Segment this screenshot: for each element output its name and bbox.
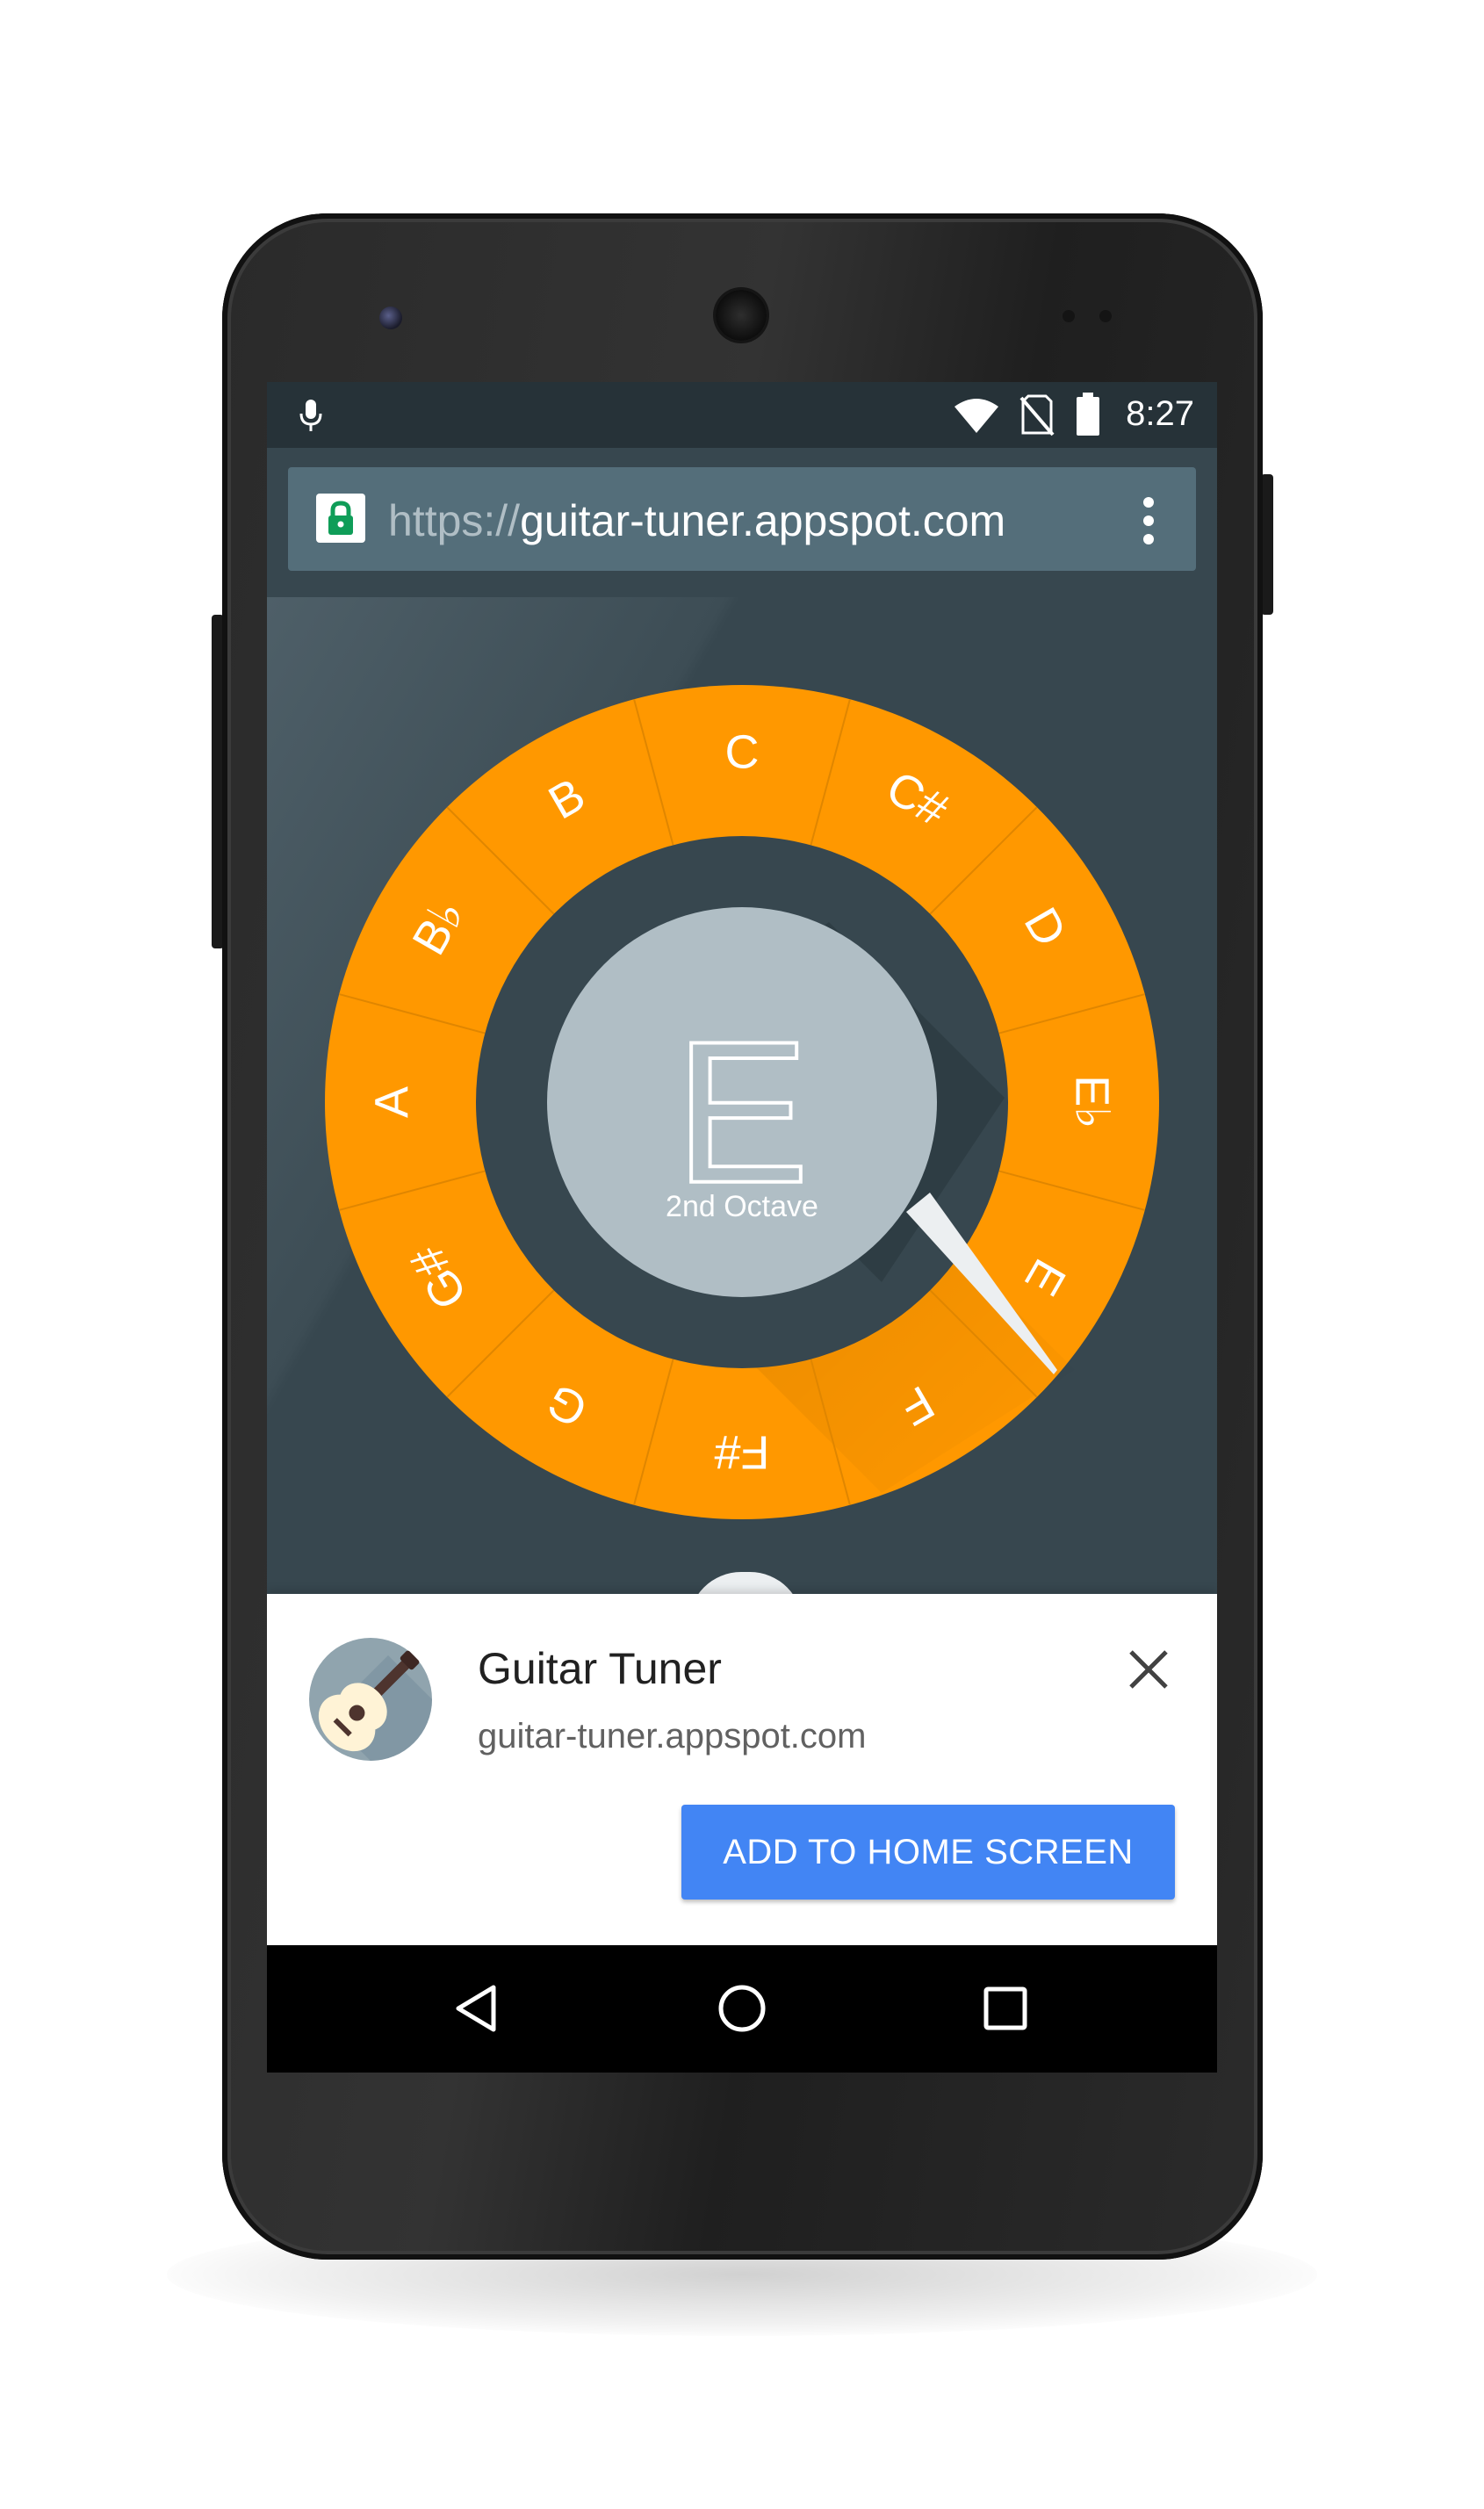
tuner-dial: CC#DE♭EFF#GG#AB♭B E 2nd Octave	[325, 685, 1159, 1519]
octave-label: 2nd Octave	[666, 1190, 818, 1223]
url-host: guitar-tuner.appspot.com	[520, 496, 1006, 545]
add-to-home-screen-button[interactable]: ADD TO HOME SCREEN	[681, 1805, 1175, 1900]
browser-toolbar: https://guitar-tuner.appspot.com	[267, 448, 1217, 597]
overflow-menu-icon[interactable]	[1143, 497, 1156, 544]
url-text[interactable]: https://guitar-tuner.appspot.com	[388, 495, 1005, 546]
guitar-icon	[309, 1638, 432, 1761]
wifi-icon	[955, 399, 998, 433]
ring-note-9: A	[365, 1086, 418, 1118]
back-icon[interactable]	[443, 1973, 513, 2044]
add-to-home-banner: Guitar Tuner guitar-tuner.appspot.com AD…	[267, 1594, 1217, 1945]
front-camera	[379, 306, 402, 329]
tuner-content: C C# D E♭ E F F# G G# A B♭ B E 2nd Octave	[267, 597, 1217, 1625]
lock-icon[interactable]	[316, 494, 365, 543]
navigation-bar	[267, 1945, 1217, 2073]
url-scheme: https://	[388, 496, 521, 545]
power-button	[1261, 474, 1273, 615]
ring-note-0: C	[725, 725, 760, 778]
home-icon[interactable]	[707, 1973, 777, 2044]
phone-screen: 8:27 https://guitar-tuner.appspot.com C …	[267, 382, 1217, 2073]
earpiece-speaker	[716, 290, 767, 341]
app-name: Guitar Tuner	[478, 1644, 722, 1693]
ring-note-6: F#	[714, 1426, 769, 1479]
status-bar: 8:27	[267, 382, 1217, 448]
app-url: guitar-tuner.appspot.com	[478, 1717, 867, 1756]
no-sim-icon	[1019, 394, 1055, 436]
light-sensor	[1099, 310, 1112, 322]
close-icon[interactable]	[1124, 1645, 1173, 1694]
stage: 8:27 https://guitar-tuner.appspot.com C …	[0, 0, 1484, 2509]
ring-note-3: E♭	[1066, 1075, 1119, 1129]
battery-icon	[1077, 393, 1099, 436]
mic-icon	[299, 400, 322, 431]
proximity-sensor	[1063, 310, 1075, 322]
recents-icon[interactable]	[970, 1973, 1041, 2044]
url-bar[interactable]: https://guitar-tuner.appspot.com	[288, 467, 1196, 571]
status-time: 8:27	[1126, 394, 1194, 433]
